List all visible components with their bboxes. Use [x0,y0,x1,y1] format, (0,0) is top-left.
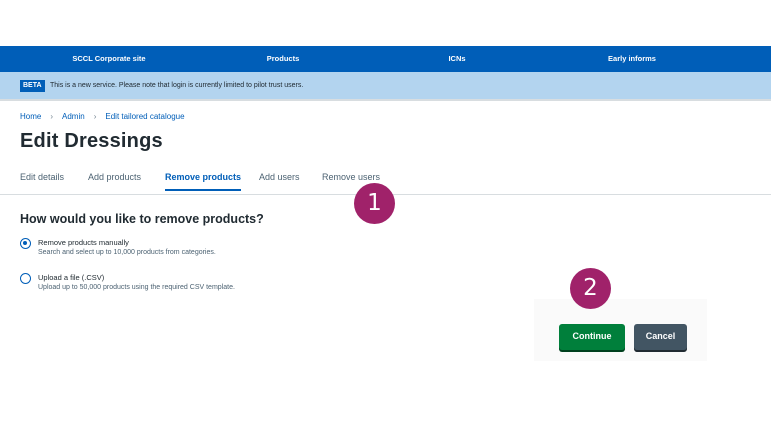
tab-add-users[interactable]: Add users [259,172,300,182]
radio-hint-upload-csv: Upload up to 50,000 products using the r… [38,284,235,291]
nav-sccl-corporate-site[interactable]: SCCL Corporate site [72,46,145,72]
beta-banner-text: This is a new service. Please note that … [50,82,304,89]
continue-button[interactable]: Continue [559,324,625,350]
nav-icns[interactable]: ICNs [448,46,465,72]
tab-remove-products[interactable]: Remove products [165,172,242,191]
breadcrumb-edit-tailored-catalogue[interactable]: Edit tailored catalogue [105,112,184,121]
radio-label-remove-manually: Remove products manually [38,238,129,247]
breadcrumb-separator-icon: › [93,112,97,121]
radio-label-upload-csv: Upload a file (.CSV) [38,273,105,282]
breadcrumb-admin[interactable]: Admin [62,112,85,121]
radio-hint-remove-manually: Search and select up to 10,000 products … [38,249,216,256]
breadcrumb: Home › Admin › Edit tailored catalogue [20,112,185,121]
cancel-button[interactable]: Cancel [634,324,687,350]
tab-edit-details[interactable]: Edit details [20,172,64,182]
breadcrumb-home[interactable]: Home [20,112,41,121]
step-marker-2: 2 [570,268,611,309]
radio-button-unchecked[interactable] [20,273,31,284]
beta-tag: BETA [20,80,45,92]
beta-banner: BETA This is a new service. Please note … [0,72,771,101]
top-navigation: SCCL Corporate site Products ICNs Early … [0,46,771,72]
nav-early-informs[interactable]: Early informs [608,46,656,72]
nav-products[interactable]: Products [267,46,300,72]
breadcrumb-separator-icon: › [50,112,54,121]
radio-button-checked[interactable] [20,238,31,249]
remove-method-question: How would you like to remove products? [20,212,264,226]
tab-remove-users[interactable]: Remove users [322,172,380,182]
tab-add-products[interactable]: Add products [88,172,141,182]
step-marker-1: 1 [354,183,395,224]
page-title: Edit Dressings [20,130,163,152]
